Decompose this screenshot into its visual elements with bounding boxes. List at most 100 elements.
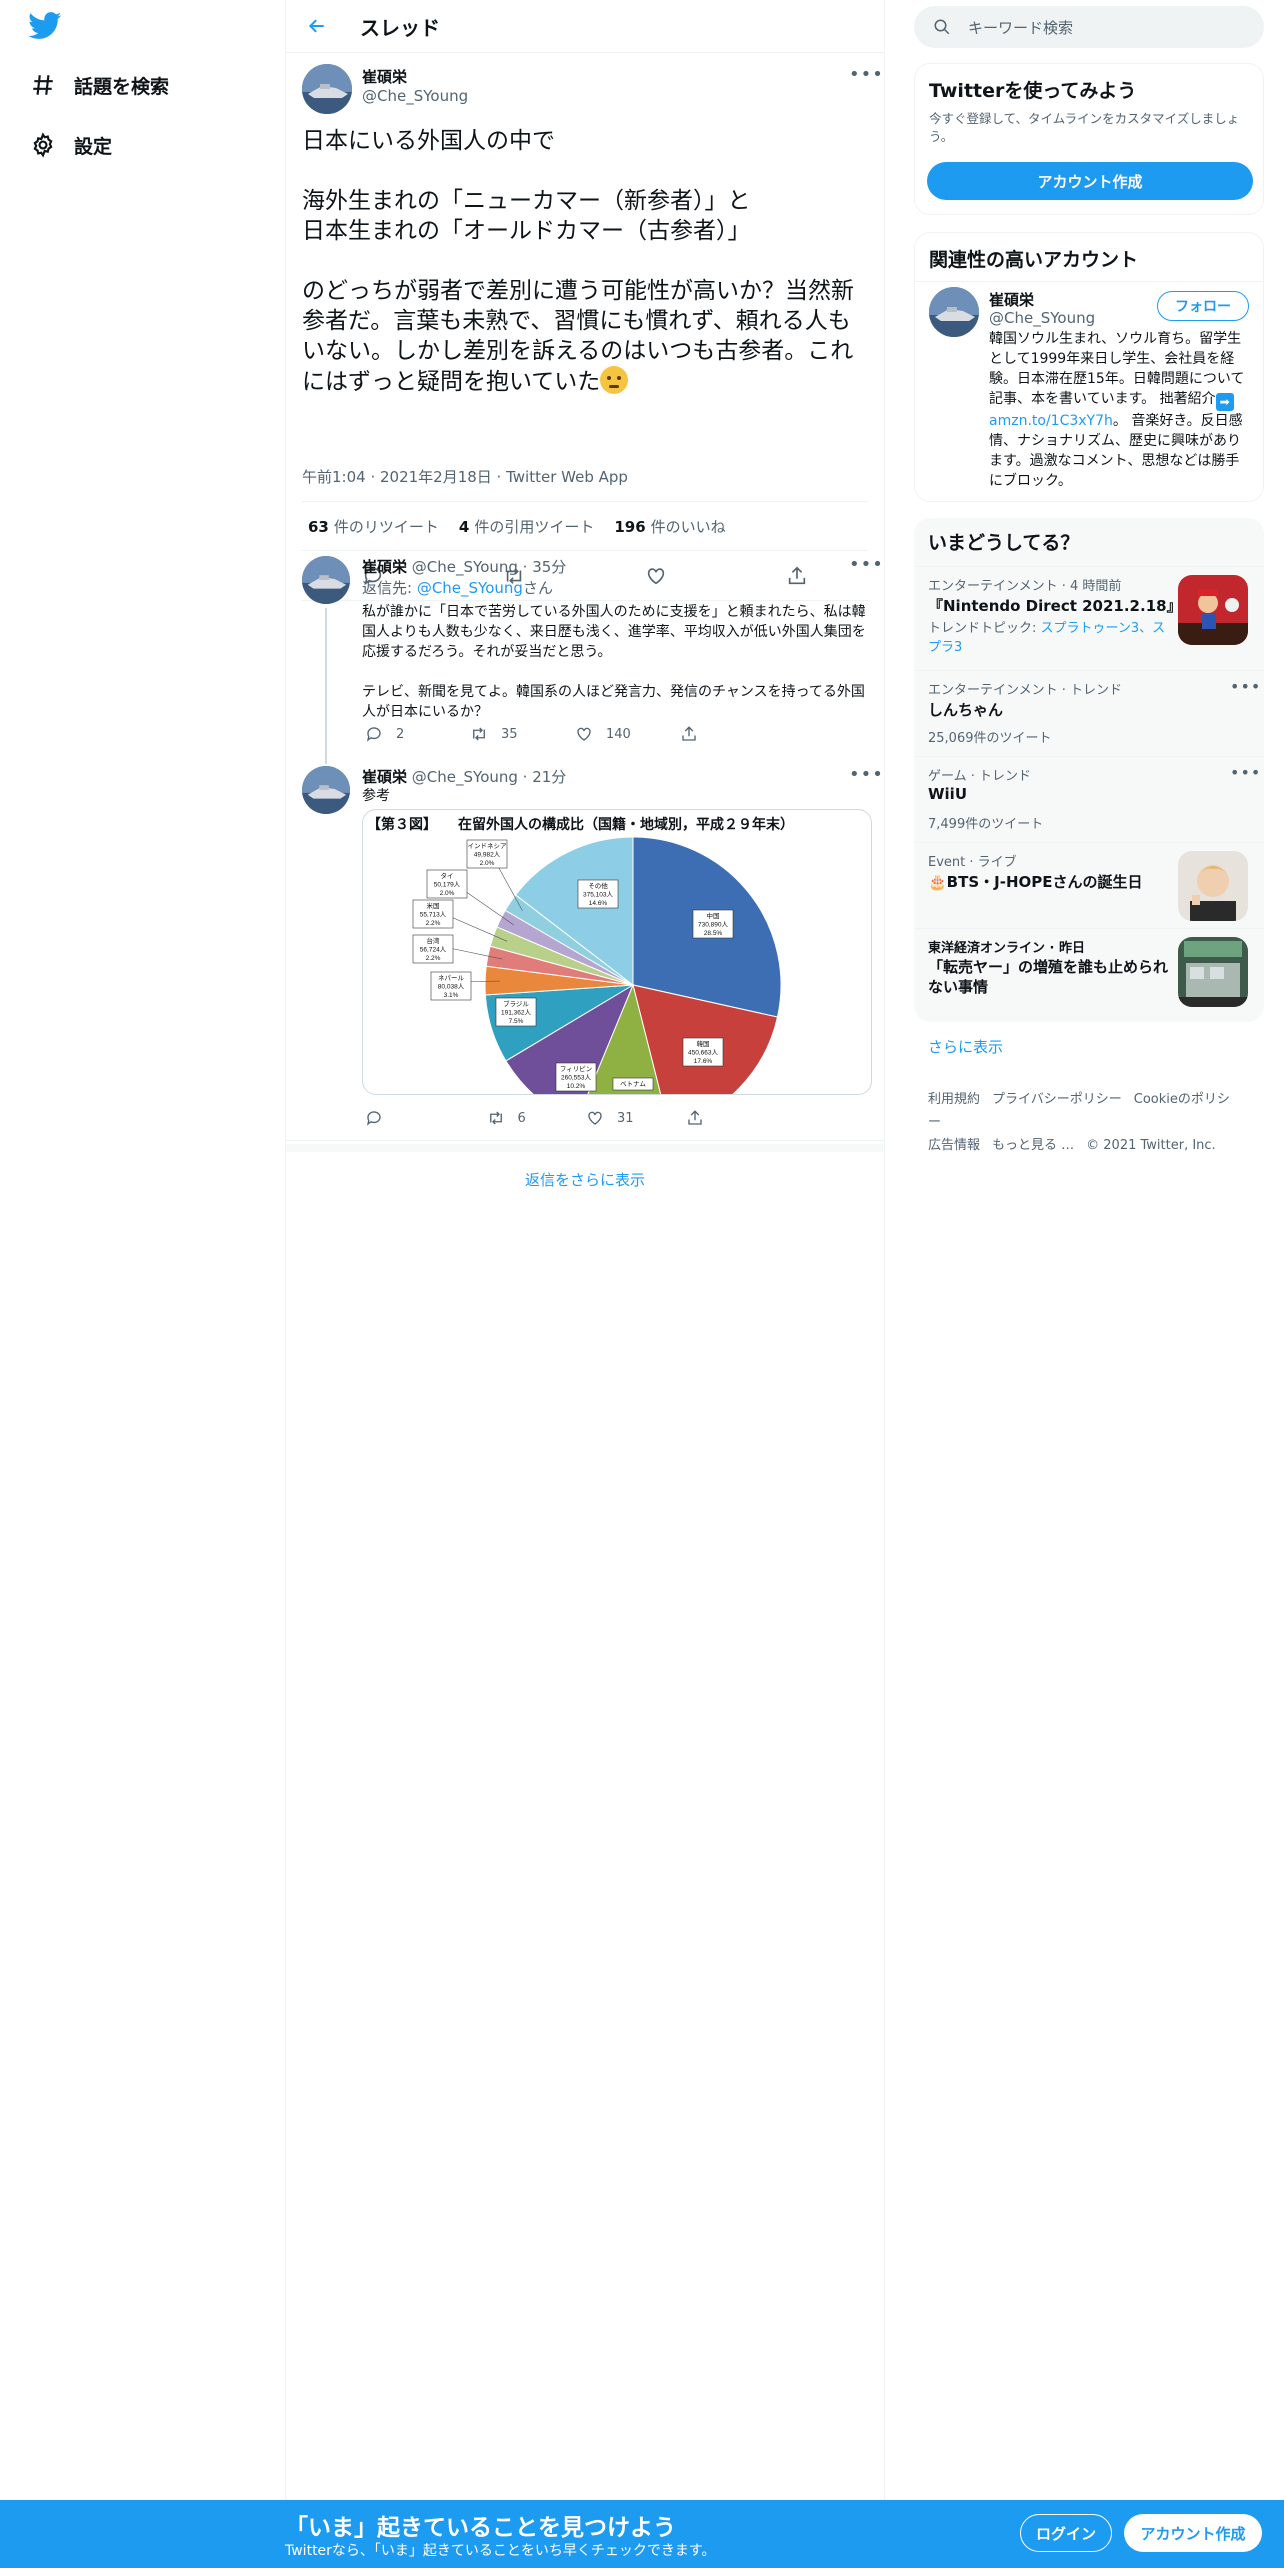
- pie-label-text-1-1: 450,663人: [688, 1049, 718, 1057]
- author-name[interactable]: 崔碩栄: [362, 768, 407, 786]
- trend-item[interactable]: エンターテインメント · トレンド ••• しんちゃん 25,069件のツイート: [914, 670, 1264, 756]
- pie-label-text-8-1: 50,179人: [434, 881, 461, 889]
- like-icon: [572, 722, 596, 746]
- like-icon: [583, 1106, 607, 1130]
- trend-title: しんちゃん: [928, 701, 1004, 719]
- avatar[interactable]: [929, 287, 979, 337]
- trend-item[interactable]: ゲーム · トレンド ••• WiiU 7,499件のツイート: [914, 756, 1264, 842]
- nav-explore[interactable]: 話題を検索: [28, 65, 169, 105]
- retweet-icon: [467, 722, 491, 746]
- twitter-logo-icon[interactable]: [28, 12, 64, 42]
- create-account-button[interactable]: アカウント作成: [927, 162, 1253, 200]
- thread-column: スレッド 崔碩栄 @Che_SYoung ••• 日本にいる外国人の中で 海外生…: [285, 0, 885, 2500]
- like-stat[interactable]: 196 件のいいね: [614, 516, 725, 537]
- nav-settings[interactable]: 設定: [28, 125, 112, 165]
- thread-line: [325, 756, 327, 764]
- replying-to: 返信先: @Che_SYoungさん: [362, 577, 553, 598]
- pie-label-text-0-2: 28.5%: [704, 930, 723, 937]
- reply-tweet[interactable]: 崔碩栄 @Che_SYoung · 35分 ••• 返信先: @Che_SYou…: [286, 546, 884, 756]
- left-nav: 話題を検索 設定: [0, 0, 285, 2500]
- footer-link-ads[interactable]: 広告情報: [928, 1138, 980, 1153]
- reply-icon: [362, 722, 386, 746]
- trend-thumbnail-image: [1178, 575, 1248, 645]
- author-name[interactable]: 崔碩栄: [362, 558, 407, 576]
- author-handle[interactable]: @Che_SYoung: [362, 87, 468, 105]
- reply-count: 2: [396, 726, 405, 742]
- more-options-icon[interactable]: •••: [1230, 763, 1261, 782]
- trend-context: 東洋経済オンライン · 昨日: [928, 941, 1085, 956]
- pie-label-text-8-0: タイ: [441, 871, 454, 880]
- more-options-icon[interactable]: •••: [849, 554, 884, 575]
- trend-item[interactable]: エンターテインメント · 4 時間前 『Nintendo Direct 2021…: [914, 566, 1264, 670]
- trend-title: 『Nintendo Direct 2021.2.18』: [928, 597, 1182, 615]
- replying-to-suffix: さん: [522, 579, 553, 597]
- pie-label-text-3-2: 10.2%: [567, 1083, 586, 1090]
- retweet-button[interactable]: 35: [467, 722, 572, 746]
- more-options-icon[interactable]: •••: [1230, 677, 1261, 696]
- tweet-timestamp[interactable]: 午前1:04 · 2021年2月18日 · Twitter Web App: [302, 466, 628, 487]
- footer-link-more[interactable]: もっと見る …: [992, 1138, 1074, 1153]
- pie-label-text-10-0: その他: [588, 881, 608, 890]
- share-button[interactable]: [683, 1106, 783, 1130]
- tweet-text: 日本にいる外国人の中で 海外生まれの「ニューカマー（新参者）」と 日本生まれの「…: [302, 126, 872, 397]
- author-name[interactable]: 崔碩栄: [362, 66, 407, 87]
- back-arrow-icon[interactable]: [302, 11, 332, 41]
- retweet-count: 6: [517, 1110, 526, 1126]
- trend-item[interactable]: 東洋経済オンライン · 昨日 「転売ヤー」の増殖を誰も止められない事情: [914, 928, 1264, 1022]
- like-button[interactable]: 140: [572, 722, 677, 746]
- author-handle-time[interactable]: @Che_SYoung · 21分: [412, 768, 567, 786]
- trend-sub-prefix: トレンドトピック:: [928, 621, 1041, 636]
- share-button[interactable]: [677, 722, 782, 746]
- retweet-stat[interactable]: 63 件のリツイート: [308, 516, 439, 537]
- trend-subtitle: 7,499件のツイート: [928, 817, 1044, 832]
- more-options-icon[interactable]: •••: [849, 764, 884, 785]
- trends-panel: いまどうしてる？ エンターテインメント · 4 時間前 『Nintendo Di…: [914, 518, 1264, 1022]
- follow-button[interactable]: フォロー: [1157, 291, 1249, 321]
- signup-button[interactable]: アカウント作成: [1124, 2514, 1262, 2552]
- footer-links: 利用規約 プライバシーポリシー Cookieのポリシー 広告情報 もっと見る … © 2…: [928, 1088, 1248, 1157]
- signup-subtitle: 今すぐ登録して、タイムラインをカスタマイズしましょう。: [929, 111, 1240, 144]
- pie-label-text-7-0: 米国: [427, 901, 440, 910]
- footer-link-terms[interactable]: 利用規約: [928, 1092, 980, 1107]
- quote-stat[interactable]: 4 件の引用ツイート: [459, 516, 594, 537]
- replying-to-link[interactable]: @Che_SYoung: [417, 579, 523, 597]
- footer-link-privacy[interactable]: プライバシーポリシー: [992, 1092, 1122, 1107]
- avatar[interactable]: [302, 64, 352, 114]
- bio-link[interactable]: amzn.to/1C3xY7h: [989, 413, 1113, 429]
- show-more-trends-link[interactable]: さらに表示: [928, 1036, 1003, 1057]
- reply-button[interactable]: 2: [362, 722, 467, 746]
- login-button[interactable]: ログイン: [1020, 2514, 1112, 2552]
- search-icon: [930, 15, 954, 39]
- hashtag-icon: [28, 70, 58, 100]
- search-input[interactable]: キーワード検索: [914, 6, 1264, 48]
- like-button[interactable]: 31: [583, 1106, 683, 1130]
- pie-label-text-1-0: 韓国: [697, 1039, 710, 1048]
- related-account-handle[interactable]: @Che_SYoung: [989, 309, 1095, 327]
- reply-text: 私が誰かに「日本で苦労している外国人のために支援を」と頼まれたら、私は韓国人より…: [362, 604, 866, 720]
- more-options-icon[interactable]: •••: [849, 64, 884, 85]
- show-more-replies-link[interactable]: 返信をさらに表示: [286, 1144, 884, 1206]
- avatar[interactable]: [302, 556, 350, 604]
- related-accounts-panel: 関連性の高いアカウント 崔碩栄 @Che_SYoung フォロー 韓国ソウル生ま…: [914, 232, 1264, 502]
- like-count: 196: [614, 517, 646, 536]
- reply-tweet[interactable]: 崔碩栄 @Che_SYoung · 21分 ••• 参考 【第３図】 在留外国人…: [286, 756, 884, 1141]
- pie-label-text-6-0: 台湾: [427, 936, 441, 945]
- pie-label-text-6-2: 2.2%: [426, 955, 441, 962]
- retweet-count: 63: [308, 517, 329, 536]
- pie-label-text-5-2: 3.1%: [444, 992, 459, 999]
- pie-label-text-7-1: 55,713人: [420, 911, 447, 919]
- retweet-icon: [484, 1106, 508, 1130]
- pie-label-text-8-2: 2.0%: [440, 890, 455, 897]
- avatar[interactable]: [302, 766, 350, 814]
- trend-context: Event · ライブ: [928, 855, 1017, 870]
- author-handle-time[interactable]: @Che_SYoung · 35分: [412, 558, 567, 576]
- retweet-button[interactable]: 6: [484, 1106, 584, 1130]
- trend-item[interactable]: Event · ライブ 🎂BTS・J-HOPEさんの誕生日: [914, 842, 1264, 928]
- trend-context: エンターテインメント · 4 時間前: [928, 579, 1122, 594]
- pie-label-text-6-1: 56,724人: [420, 946, 447, 954]
- reply-text: 参考: [362, 788, 390, 804]
- reply-button[interactable]: [362, 1106, 462, 1130]
- related-title: 関連性の高いアカウント: [929, 249, 1139, 271]
- attached-image-chart[interactable]: 【第３図】 在留外国人の構成比（国籍・地域別，平成２９年末） 中国 730,890…: [362, 809, 872, 1095]
- related-account-name[interactable]: 崔碩栄: [989, 289, 1034, 310]
